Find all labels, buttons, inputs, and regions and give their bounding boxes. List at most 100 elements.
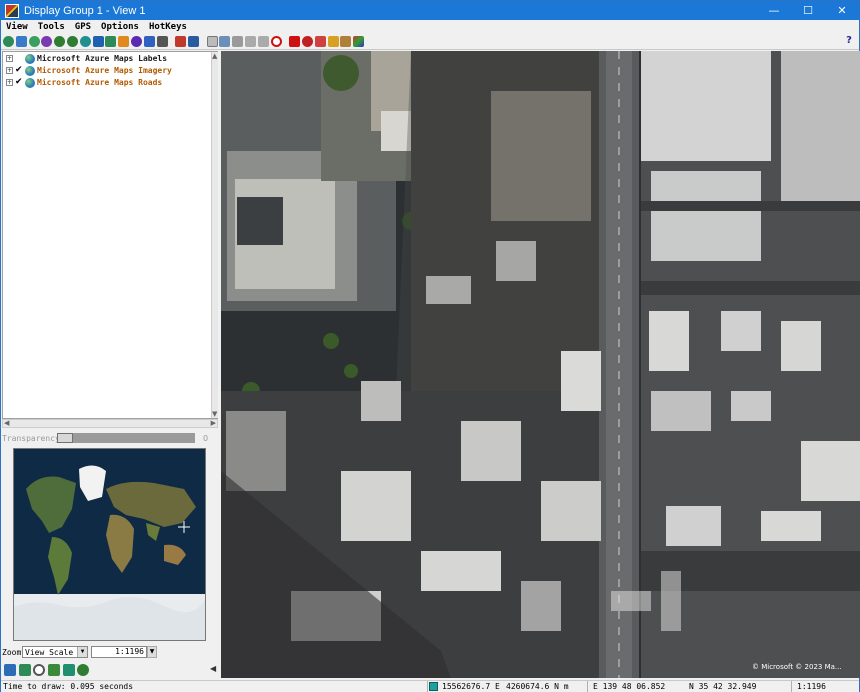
map-view[interactable]	[221, 51, 860, 678]
style-icon[interactable]	[340, 36, 352, 47]
checkmark-icon[interactable]: ✔	[15, 66, 24, 75]
palette-icon[interactable]	[353, 36, 365, 47]
scroll-down-icon[interactable]: ▼	[212, 410, 217, 418]
layer-row[interactable]: + ✔ Microsoft Azure Maps Roads	[3, 77, 217, 88]
magnify-icon[interactable]	[301, 36, 313, 47]
layer-label[interactable]: Microsoft Azure Maps Roads	[37, 78, 162, 87]
zoom-to-layer-icon[interactable]	[15, 36, 27, 47]
print-icon[interactable]	[156, 36, 168, 47]
zoom-mode-value: View Scale	[25, 647, 74, 657]
layer-label[interactable]: Microsoft Azure Maps Imagery	[37, 66, 172, 75]
slider-thumb[interactable]	[57, 433, 73, 443]
toolbar-separator	[283, 36, 287, 47]
easting-status: 15562676.7 E	[442, 682, 500, 691]
checkmark-icon[interactable]: ✔	[15, 78, 24, 87]
view-icon[interactable]	[18, 664, 31, 676]
status-divider	[427, 681, 428, 692]
zoom-out-icon[interactable]	[66, 36, 78, 47]
layer-row[interactable]: + ✔ Microsoft Azure Maps Imagery	[3, 65, 217, 76]
transparency-value: 0	[203, 433, 209, 443]
zoom-to-full-icon[interactable]	[3, 36, 14, 47]
horizontal-scrollbar[interactable]: ◀ ▶	[2, 419, 218, 428]
add-icon[interactable]	[48, 664, 61, 676]
refresh-icon[interactable]	[62, 664, 75, 676]
collapse-arrow-icon[interactable]: ◀	[210, 664, 216, 673]
pointer-icon[interactable]	[314, 36, 326, 47]
menu-hotkeys[interactable]: HotKeys	[144, 22, 192, 32]
chevron-down-icon[interactable]: ▼	[147, 646, 157, 658]
sketch-icon[interactable]	[327, 36, 339, 47]
world-map	[14, 449, 205, 640]
remove-layer-icon[interactable]	[187, 36, 199, 47]
window-title: Display Group 1 - View 1	[24, 4, 146, 17]
status-divider	[587, 681, 588, 692]
find-icon[interactable]	[33, 664, 46, 676]
unchecked-icon[interactable]	[15, 54, 24, 63]
scale-input[interactable]: 1:1196	[91, 646, 147, 658]
globe-icon	[25, 65, 35, 76]
layer-icon[interactable]	[118, 36, 130, 47]
status-bar: Time to draw: 0.095 seconds 15562676.7 E…	[1, 680, 859, 692]
app-window: Display Group 1 - View 1 — ☐ ✕ View Tool…	[0, 0, 860, 692]
bottom-toolbar	[2, 662, 218, 678]
menu-options[interactable]: Options	[96, 22, 144, 32]
transparency-slider[interactable]	[57, 433, 195, 443]
info-icon[interactable]	[232, 36, 244, 47]
select-icon[interactable]	[206, 36, 218, 47]
expand-icon[interactable]: +	[6, 67, 13, 74]
latitude-status: N 35 42 32.949	[689, 682, 757, 691]
layer-row[interactable]: + Microsoft Azure Maps Labels	[3, 53, 217, 64]
transparency-label: Transparency	[2, 433, 60, 443]
zoom-icon[interactable]	[77, 664, 90, 676]
close-button[interactable]: ✕	[825, 1, 859, 20]
transparency-row: Transparency 0	[2, 431, 218, 445]
coordinate-icon	[429, 682, 438, 691]
list-icon[interactable]	[4, 664, 16, 676]
grid-icon[interactable]	[92, 36, 104, 47]
scroll-right-icon[interactable]: ▶	[211, 419, 216, 427]
scroll-up-icon[interactable]: ▲	[212, 52, 217, 60]
scroll-left-icon[interactable]: ◀	[4, 419, 9, 427]
crosshair-icon[interactable]	[289, 36, 301, 47]
aerial-imagery	[221, 51, 860, 678]
zoom-label: Zoom	[2, 647, 22, 657]
zoom-mode-select[interactable]: View Scale ▼	[22, 646, 88, 658]
minimize-button[interactable]: —	[757, 1, 791, 20]
overview-map[interactable]	[13, 448, 206, 641]
refresh-icon[interactable]	[105, 36, 117, 47]
measure-icon[interactable]	[219, 36, 231, 47]
globe-icon	[25, 53, 35, 64]
add-layer-icon[interactable]	[175, 36, 187, 47]
pan-icon[interactable]	[28, 36, 40, 47]
vertical-scrollbar[interactable]: ▲ ▼	[211, 52, 218, 418]
title-bar[interactable]: Display Group 1 - View 1 — ☐ ✕	[1, 1, 859, 20]
menu-bar: View Tools GPS Options HotKeys	[1, 20, 859, 34]
expand-icon[interactable]: +	[6, 79, 13, 86]
globe-icon[interactable]	[130, 36, 142, 47]
prev-view-icon[interactable]	[244, 36, 256, 47]
maximize-button[interactable]: ☐	[791, 1, 825, 20]
main-toolbar: ?	[1, 34, 859, 50]
northing-status: 4260674.6 N m	[506, 682, 569, 691]
zoom-box-icon[interactable]	[79, 36, 91, 47]
longitude-status: E 139 48 06.852	[593, 682, 666, 691]
toolbar-separator	[201, 36, 205, 47]
layer-tree[interactable]: + Microsoft Azure Maps Labels + ✔ Micros…	[2, 51, 218, 419]
help-icon[interactable]: ?	[843, 35, 855, 47]
overview-scroll	[208, 448, 218, 641]
menu-gps[interactable]: GPS	[70, 22, 96, 32]
draw-time-status: Time to draw: 0.095 seconds	[3, 682, 134, 691]
status-divider	[791, 681, 792, 692]
cancel-icon[interactable]	[270, 36, 282, 47]
menu-view[interactable]: View	[1, 22, 33, 32]
menu-tools[interactable]: Tools	[33, 22, 70, 32]
next-view-icon[interactable]	[257, 36, 269, 47]
zoom-in-icon[interactable]	[54, 36, 66, 47]
layer-label[interactable]: Microsoft Azure Maps Labels	[37, 54, 167, 63]
stop-icon[interactable]	[143, 36, 155, 47]
expand-icon[interactable]: +	[6, 55, 13, 62]
chevron-down-icon[interactable]: ▼	[77, 647, 87, 657]
app-icon	[5, 3, 19, 18]
recenter-icon[interactable]	[41, 36, 53, 47]
map-attribution: © Microsoft © 2023 Ma...	[752, 663, 842, 671]
